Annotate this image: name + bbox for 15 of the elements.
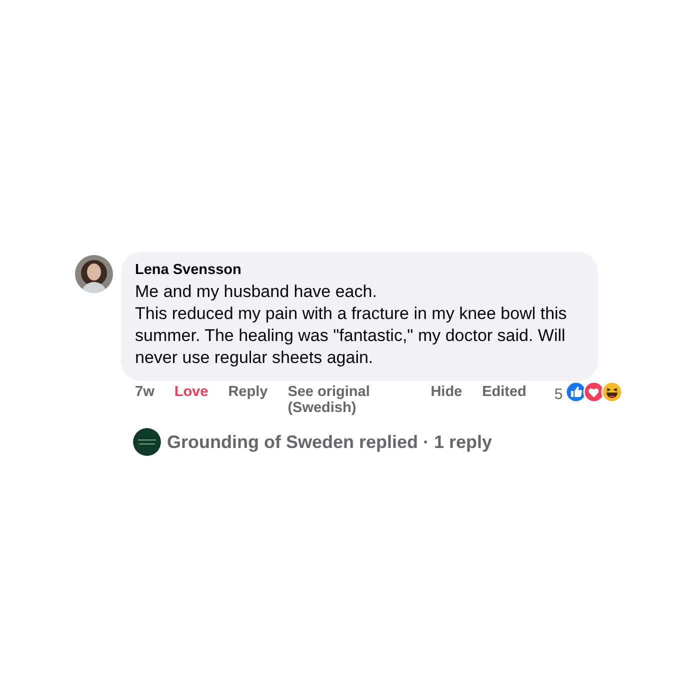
author-name[interactable]: Lena Svensson bbox=[135, 262, 584, 278]
action-link[interactable]: Hide bbox=[430, 384, 462, 400]
action-link[interactable]: See original (Swedish) bbox=[288, 384, 403, 416]
comment-text: This reduced my pain with a fracture in my knee bowl this summer. The healing was "fantastic," my doctor said. Will never use regular sheets again. bbox=[135, 303, 568, 369]
reaction-count[interactable]: 5 bbox=[554, 386, 563, 403]
action-link[interactable]: Reply bbox=[228, 384, 268, 400]
love-button[interactable]: Love bbox=[174, 384, 208, 400]
timestamp[interactable]: 7w bbox=[135, 384, 154, 400]
laughing-face-icon bbox=[600, 381, 623, 403]
like-icon bbox=[564, 381, 587, 403]
page-logo-icon[interactable] bbox=[133, 428, 161, 456]
comment-text: Me and my husband have each. bbox=[135, 281, 378, 303]
action-link[interactable]: Edited bbox=[482, 384, 526, 400]
user-avatar[interactable] bbox=[75, 255, 113, 293]
replies-link[interactable]: Grounding of Sweden replied · 1 reply bbox=[167, 432, 492, 452]
